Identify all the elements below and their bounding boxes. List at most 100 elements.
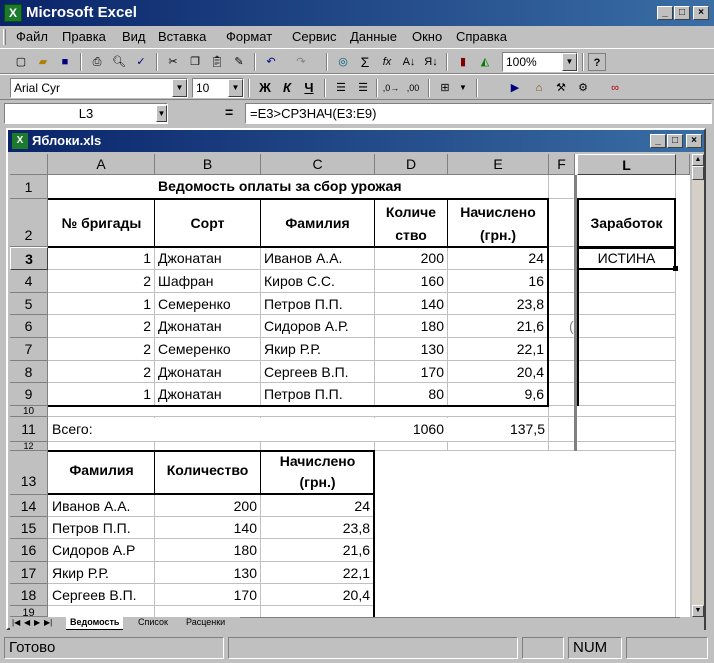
- chevron-down-icon[interactable]: ▼: [454, 79, 472, 97]
- print-icon[interactable]: ⎙: [88, 53, 106, 71]
- sort-desc-icon[interactable]: Я↓: [422, 53, 440, 71]
- t1-variety-cell[interactable]: Джонатан: [155, 364, 260, 380]
- header-surname[interactable]: Фамилия: [261, 215, 374, 231]
- save-icon[interactable]: ■: [56, 53, 74, 71]
- row-header[interactable]: 19: [10, 606, 48, 617]
- menu-insert[interactable]: Вставка: [158, 29, 206, 44]
- t1-surname-cell[interactable]: Сергеев В.П.: [261, 364, 374, 380]
- t1-quantity-cell[interactable]: 180: [375, 318, 447, 334]
- t2-accrued-cell[interactable]: 21,6: [261, 542, 373, 558]
- minimize-icon[interactable]: _: [657, 6, 673, 20]
- redo-icon[interactable]: ↷: [292, 53, 310, 71]
- decrease-decimal-icon[interactable]: ,00: [404, 79, 422, 97]
- name-box[interactable]: L3: [4, 103, 168, 124]
- last-sheet-icon[interactable]: ▶|: [44, 618, 52, 627]
- column-header-f[interactable]: F: [549, 154, 575, 175]
- row-header[interactable]: 3: [10, 247, 48, 270]
- hyperlink-icon[interactable]: ◎: [334, 53, 352, 71]
- web-icon[interactable]: ⌂: [530, 79, 548, 97]
- row-header[interactable]: 13: [10, 451, 48, 495]
- header-accrued-line2[interactable]: (грн.): [448, 227, 548, 243]
- row-header[interactable]: 14: [10, 495, 48, 517]
- t1-accrued-cell[interactable]: 21,6: [448, 318, 547, 334]
- t1-brigade-cell[interactable]: 2: [49, 273, 154, 289]
- first-sheet-icon[interactable]: |◀: [12, 618, 20, 627]
- row-header[interactable]: 4: [10, 270, 48, 293]
- column-header-b[interactable]: B: [155, 154, 261, 175]
- t2-accrued-cell[interactable]: 24: [261, 498, 373, 514]
- italic-button[interactable]: К: [278, 79, 296, 97]
- scroll-thumb[interactable]: [692, 166, 704, 180]
- t1-accrued-cell[interactable]: 20,4: [448, 364, 547, 380]
- scroll-up-icon[interactable]: ▲: [692, 154, 704, 166]
- play-icon[interactable]: ▶: [506, 79, 524, 97]
- vertical-scrollbar[interactable]: ▲ ▼: [692, 154, 704, 617]
- menu-format[interactable]: Формат: [226, 29, 272, 44]
- maximize-icon[interactable]: □: [667, 134, 683, 148]
- t2-quantity-cell[interactable]: 170: [155, 587, 260, 603]
- align-left-icon[interactable]: ☰: [332, 79, 350, 97]
- next-sheet-icon[interactable]: ▶: [34, 618, 40, 627]
- sort-asc-icon[interactable]: A↓: [400, 53, 418, 71]
- horizontal-scrollbar[interactable]: [240, 617, 680, 630]
- t1-accrued-cell[interactable]: 24: [448, 250, 547, 266]
- workbook-icon[interactable]: X: [12, 133, 28, 149]
- t1-quantity-cell[interactable]: 130: [375, 341, 447, 357]
- copy-icon[interactable]: ❐: [186, 53, 204, 71]
- t2-surname-cell[interactable]: Якир Р.Р.: [49, 565, 154, 581]
- chevron-down-icon[interactable]: ▼: [172, 79, 187, 97]
- close-icon[interactable]: ×: [686, 134, 702, 148]
- menu-edit[interactable]: Правка: [62, 29, 106, 44]
- t1-brigade-cell[interactable]: 1: [49, 296, 154, 312]
- t1-surname-cell[interactable]: Петров П.П.: [261, 296, 374, 312]
- earnings-header[interactable]: Заработок: [579, 215, 674, 231]
- row-header[interactable]: 12: [10, 442, 48, 451]
- total-quantity[interactable]: 1060: [375, 421, 447, 437]
- header-quantity-line2[interactable]: ство: [375, 227, 447, 243]
- increase-decimal-icon[interactable]: ,0→: [382, 79, 400, 97]
- t1-surname-cell[interactable]: Петров П.П.: [261, 386, 374, 402]
- total-label[interactable]: Всего:: [49, 421, 154, 437]
- row-header[interactable]: 6: [10, 315, 48, 338]
- t1-quantity-cell[interactable]: 80: [375, 386, 447, 402]
- t2-quantity-cell[interactable]: 140: [155, 520, 260, 536]
- t1-quantity-cell[interactable]: 200: [375, 250, 447, 266]
- zoom-select[interactable]: 100% ▼: [502, 52, 578, 72]
- header-variety[interactable]: Сорт: [155, 215, 260, 231]
- fill-handle[interactable]: [673, 266, 678, 271]
- column-header-e[interactable]: E: [448, 154, 549, 175]
- chart-wizard-icon[interactable]: ▮: [454, 53, 472, 71]
- menu-tools[interactable]: Сервис: [292, 29, 337, 44]
- t1-variety-cell[interactable]: Джонатан: [155, 250, 260, 266]
- undo-icon[interactable]: ↶: [262, 53, 280, 71]
- menu-help[interactable]: Справка: [456, 29, 507, 44]
- column-header-c[interactable]: C: [261, 154, 375, 175]
- sheet-tab-rascenki[interactable]: Расценки: [182, 617, 229, 627]
- t1-variety-cell[interactable]: Семеренко: [155, 296, 260, 312]
- row-header[interactable]: 9: [10, 383, 48, 406]
- t2-header-accrued-line1[interactable]: Начислено: [261, 453, 374, 469]
- t2-accrued-cell[interactable]: 20,4: [261, 587, 373, 603]
- t2-surname-cell[interactable]: Сидоров А.Р: [49, 542, 154, 558]
- prev-sheet-icon[interactable]: ◀: [24, 618, 30, 627]
- select-all-corner[interactable]: [10, 154, 48, 175]
- row-header[interactable]: 15: [10, 517, 48, 539]
- t2-accrued-cell[interactable]: 23,8: [261, 520, 373, 536]
- t1-quantity-cell[interactable]: 170: [375, 364, 447, 380]
- menu-data[interactable]: Данные: [350, 29, 397, 44]
- sheet-tab-spisok[interactable]: Список: [134, 617, 172, 627]
- link-icon[interactable]: ∞: [606, 79, 624, 97]
- font-size-select[interactable]: 10 ▼: [192, 78, 244, 98]
- column-header-d[interactable]: D: [375, 154, 448, 175]
- new-file-icon[interactable]: ▢: [12, 53, 30, 71]
- cut-icon[interactable]: ✂: [164, 53, 182, 71]
- t1-brigade-cell[interactable]: 2: [49, 318, 154, 334]
- t1-brigade-cell[interactable]: 2: [49, 364, 154, 380]
- t1-surname-cell[interactable]: Якир Р.Р.: [261, 341, 374, 357]
- format-painter-icon[interactable]: ✎: [230, 53, 248, 71]
- earnings-value[interactable]: ИСТИНА: [579, 250, 674, 266]
- close-icon[interactable]: ×: [693, 6, 709, 20]
- total-accrued[interactable]: 137,5: [448, 421, 548, 437]
- t1-quantity-cell[interactable]: 140: [375, 296, 447, 312]
- tools-icon[interactable]: ⚒: [552, 79, 570, 97]
